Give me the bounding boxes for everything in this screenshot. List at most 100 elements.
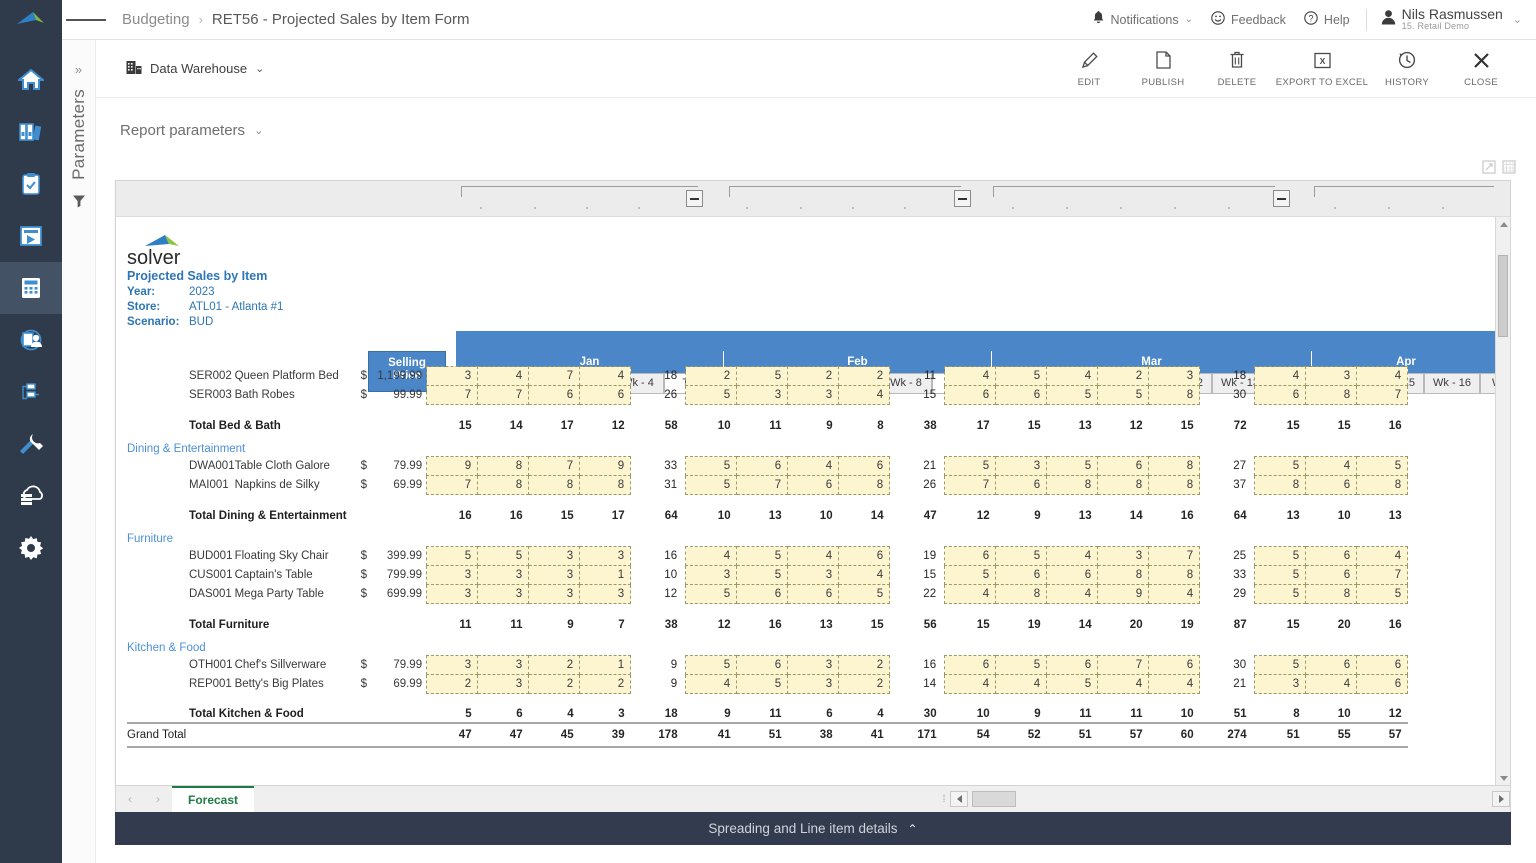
scroll-up-button[interactable] [1496,217,1510,232]
cell-wk11[interactable]: 6 [1047,566,1098,585]
cell-wk13[interactable]: 3 [1149,367,1200,386]
cell-wk2[interactable]: 3 [478,585,529,604]
table-row[interactable]: DAS001 Mega Party Table $ 699.99 3 3 3 3… [127,585,1408,604]
cell-wk5[interactable]: 5 [686,457,737,476]
cell-wk5[interactable]: 5 [686,386,737,405]
cell-wk15[interactable]: 6 [1306,476,1357,495]
cell-wk1[interactable]: 3 [427,566,478,585]
cell-wk12[interactable]: 5 [1098,386,1149,405]
cell-wk4[interactable]: 3 [580,585,631,604]
grid-view-icon[interactable] [1502,160,1516,179]
cell-wk11[interactable]: 8 [1047,476,1098,495]
sidebar-item-workflow[interactable] [0,366,62,418]
cell-wk10[interactable]: 8 [996,585,1047,604]
cell-wk16[interactable]: 7 [1357,566,1408,585]
cell-wk14[interactable]: 3 [1255,675,1306,694]
close-button[interactable]: CLOSE [1444,49,1518,88]
table-row[interactable]: BUD001 Floating Sky Chair $ 399.99 5 5 3… [127,547,1408,566]
cell-wk14[interactable]: 6 [1255,386,1306,405]
cell-wk3[interactable]: 2 [529,675,580,694]
sidebar-item-budgeting[interactable] [0,262,62,314]
cell-wk6[interactable]: 5 [737,367,788,386]
cell-wk16[interactable]: 6 [1357,675,1408,694]
edit-button[interactable]: EDIT [1052,49,1126,88]
cell-wk8[interactable]: 4 [839,566,890,585]
cell-wk4[interactable]: 3 [580,547,631,566]
cell-wk12[interactable]: 4 [1098,675,1149,694]
cell-wk1[interactable]: 7 [427,386,478,405]
cell-wk15[interactable]: 4 [1306,457,1357,476]
prev-sheet-button[interactable]: ‹ [128,792,132,806]
sidebar-item-home[interactable] [0,54,62,106]
cell-wk11[interactable]: 5 [1047,675,1098,694]
cell-wk3[interactable]: 8 [529,476,580,495]
cell-wk2[interactable]: 4 [478,367,529,386]
sidebar-item-cloud-data[interactable] [0,470,62,522]
cell-wk2[interactable]: 8 [478,476,529,495]
cell-wk5[interactable]: 4 [686,675,737,694]
cell-wk9[interactable]: 5 [945,457,996,476]
cell-wk1[interactable]: 3 [427,367,478,386]
expand-view-icon[interactable] [1482,160,1496,179]
cell-wk12[interactable]: 8 [1098,476,1149,495]
cell-wk6[interactable]: 5 [737,675,788,694]
cell-wk4[interactable]: 8 [580,476,631,495]
cell-wk6[interactable]: 6 [737,585,788,604]
cell-wk7[interactable]: 3 [788,386,839,405]
cell-wk6[interactable]: 6 [737,457,788,476]
cell-wk16[interactable]: 4 [1357,547,1408,566]
cell-wk1[interactable]: 5 [427,547,478,566]
cell-wk1[interactable]: 9 [427,457,478,476]
cell-wk11[interactable]: 4 [1047,367,1098,386]
cell-wk3[interactable]: 3 [529,547,580,566]
cell-wk9[interactable]: 6 [945,547,996,566]
table-row[interactable]: DWA001 Table Cloth Galore $ 79.99 9 8 7 … [127,457,1408,476]
cell-wk9[interactable]: 6 [945,386,996,405]
cell-wk14[interactable]: 5 [1255,566,1306,585]
cell-wk16[interactable]: 6 [1357,656,1408,675]
cell-wk9[interactable]: 6 [945,656,996,675]
cell-wk12[interactable]: 8 [1098,566,1149,585]
cell-wk15[interactable]: 6 [1306,547,1357,566]
cell-wk10[interactable]: 3 [996,457,1047,476]
cell-wk12[interactable]: 6 [1098,457,1149,476]
spreading-details-bar[interactable]: Spreading and Line item details ⌃ [115,812,1511,845]
report-parameters-toggle[interactable]: Report parameters [120,122,245,139]
cell-wk10[interactable]: 6 [996,476,1047,495]
breadcrumb-root[interactable]: Budgeting [122,11,190,28]
cell-wk1[interactable]: 7 [427,476,478,495]
cell-wk16[interactable]: 8 [1357,476,1408,495]
cell-wk8[interactable]: 2 [839,367,890,386]
cell-wk1[interactable]: 3 [427,585,478,604]
table-row[interactable]: SER003 Bath Robes $ 99.99 7 7 6 6 26 5 3… [127,386,1408,405]
sidebar-item-collaboration[interactable] [0,314,62,366]
cell-wk6[interactable]: 6 [737,656,788,675]
cell-wk10[interactable]: 6 [996,566,1047,585]
cell-wk13[interactable]: 8 [1149,566,1200,585]
cell-wk7[interactable]: 6 [788,476,839,495]
cell-wk6[interactable]: 5 [737,566,788,585]
cell-wk7[interactable]: 3 [788,566,839,585]
cell-wk4[interactable]: 1 [580,656,631,675]
cell-wk7[interactable]: 4 [788,457,839,476]
hscroll-track[interactable] [968,791,1492,807]
sheet-vertical-scrollbar[interactable] [1495,217,1510,786]
cell-wk1[interactable]: 3 [427,656,478,675]
cell-wk5[interactable]: 2 [686,367,737,386]
delete-button[interactable]: DELETE [1200,49,1274,88]
cell-wk15[interactable]: 8 [1306,585,1357,604]
cell-wk15[interactable]: 6 [1306,566,1357,585]
parameters-side-tab[interactable]: » Parameters [62,40,96,863]
cell-wk9[interactable]: 4 [945,367,996,386]
sidebar-item-tools[interactable] [0,418,62,470]
cell-wk10[interactable]: 6 [996,386,1047,405]
cell-wk10[interactable]: 4 [996,675,1047,694]
cell-wk6[interactable]: 3 [737,386,788,405]
cell-wk16[interactable]: 4 [1357,367,1408,386]
cell-wk2[interactable]: 8 [478,457,529,476]
cell-wk4[interactable]: 6 [580,386,631,405]
cell-wk14[interactable]: 5 [1255,585,1306,604]
cell-wk4[interactable]: 4 [580,367,631,386]
cell-wk14[interactable]: 5 [1255,547,1306,566]
cell-wk16[interactable]: 7 [1357,386,1408,405]
